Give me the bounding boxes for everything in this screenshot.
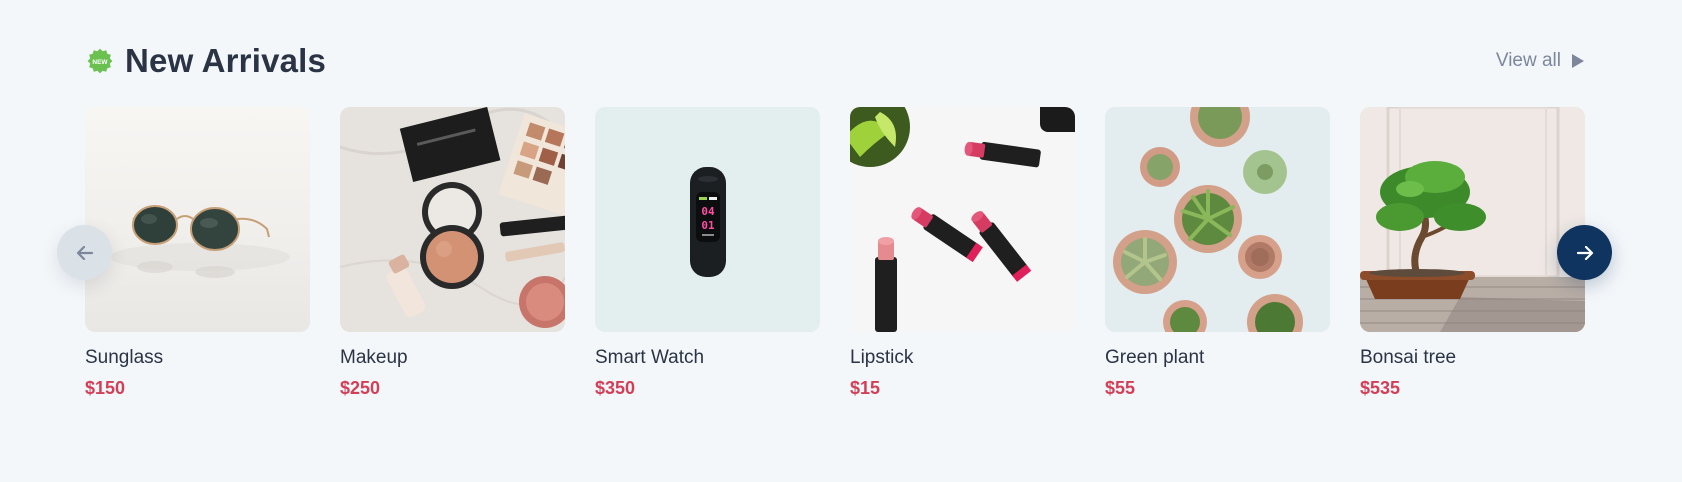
product-image-makeup[interactable]	[340, 107, 565, 332]
product-name[interactable]: Bonsai tree	[1360, 346, 1585, 370]
play-arrow-icon	[1572, 54, 1584, 68]
product-price: $250	[340, 378, 381, 398]
product-image-sunglass[interactable]	[85, 107, 310, 332]
product-card[interactable]: Lipstick $15	[850, 107, 1075, 399]
product-name[interactable]: Smart Watch	[595, 346, 820, 370]
section-header: NEW New Arrivals View all	[85, 40, 1585, 80]
product-price: $150	[85, 378, 126, 398]
carousel-prev-button[interactable]	[57, 225, 112, 280]
product-price: $535	[1360, 378, 1401, 398]
product-image-lipstick[interactable]	[850, 107, 1075, 332]
product-image-smart-watch[interactable]: 04 01	[595, 107, 820, 332]
svg-text:04: 04	[701, 205, 715, 218]
new-arrivals-section: NEW New Arrivals View all Sunglass $150 …	[0, 0, 1682, 482]
product-card[interactable]: Sunglass $150	[85, 107, 310, 399]
product-price: $55	[1105, 378, 1136, 398]
product-price: $15	[850, 378, 881, 398]
product-name[interactable]: Lipstick	[850, 346, 1075, 370]
arrow-left-icon	[76, 245, 93, 260]
view-all-link[interactable]: View all	[1496, 50, 1585, 72]
view-all-label: View all	[1495, 50, 1561, 71]
product-card[interactable]: 04 01 Smart Watch $350	[595, 107, 820, 399]
product-card[interactable]: Makeup $250	[340, 107, 565, 399]
new-badge-icon: NEW	[87, 48, 113, 74]
product-card[interactable]: Bonsai tree $535	[1360, 107, 1585, 399]
product-image-bonsai-tree[interactable]	[1360, 107, 1585, 332]
product-name[interactable]: Green plant	[1105, 346, 1330, 370]
carousel-next-button[interactable]	[1557, 225, 1612, 280]
section-title: New Arrivals	[125, 42, 327, 79]
product-price: $350	[595, 378, 636, 398]
arrow-right-icon	[1576, 245, 1593, 260]
badge-text: NEW	[92, 59, 108, 66]
product-image-green-plant[interactable]	[1105, 107, 1330, 332]
product-name[interactable]: Sunglass	[85, 346, 310, 370]
svg-text:01: 01	[701, 219, 715, 232]
product-card[interactable]: Green plant $55	[1105, 107, 1330, 399]
product-name[interactable]: Makeup	[340, 346, 565, 370]
